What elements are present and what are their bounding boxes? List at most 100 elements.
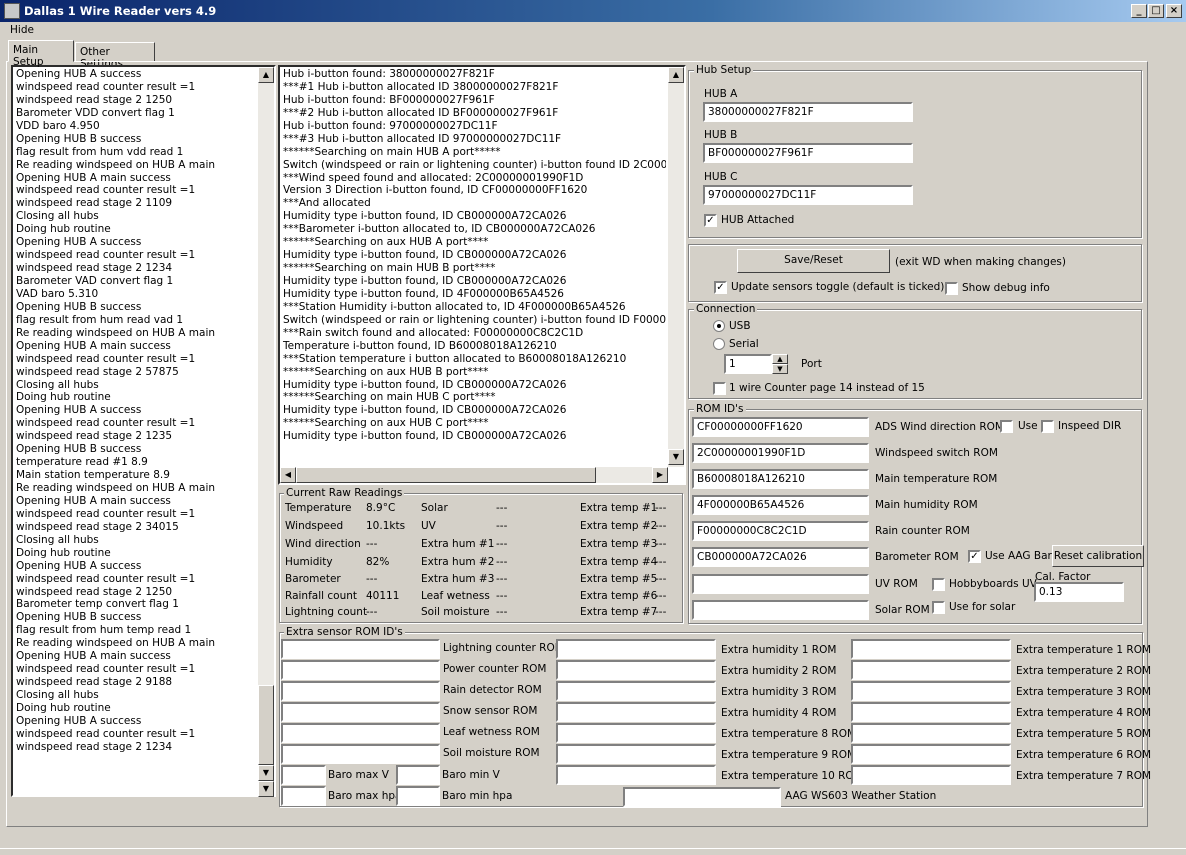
log-line: Hub i-button found: BF000000027F961F	[283, 93, 495, 106]
mid-log-hscroll-thumb[interactable]	[296, 467, 596, 483]
log-line: ***And allocated	[283, 197, 371, 210]
extra-rom-input[interactable]	[851, 639, 1011, 659]
extra-rom-input[interactable]	[281, 723, 440, 743]
extra-rom-input[interactable]	[556, 639, 716, 659]
mid-log-vscrollbar[interactable]	[668, 67, 684, 467]
extra-rom-input[interactable]	[281, 681, 440, 701]
close-button[interactable]: ×	[1166, 4, 1182, 18]
port-input[interactable]: 1	[724, 354, 772, 374]
usb-radio[interactable]	[713, 320, 725, 332]
extra-rom-input[interactable]	[556, 765, 716, 785]
extra-rom-input[interactable]	[556, 702, 716, 722]
extra-rom-label: Snow sensor ROM	[443, 705, 538, 717]
inspeed-dir-checkbox[interactable]	[1041, 420, 1054, 433]
usb-label: USB	[729, 320, 751, 332]
port-up-icon[interactable]: ▲	[772, 354, 788, 364]
left-log-list[interactable]: Opening HUB A success windspeed read coun…	[11, 65, 276, 797]
rom-input[interactable]: F00000000C8C2C1D	[692, 521, 869, 541]
hub-attached-checkbox[interactable]: ✓	[704, 214, 717, 227]
log-line: ******Searching on aux HUB A port****	[283, 236, 489, 249]
rom-input[interactable]	[692, 574, 869, 594]
hub-b-input[interactable]: BF000000027F961F	[703, 143, 913, 163]
hub-a-input[interactable]: 38000000027F821F	[703, 102, 913, 122]
log-line: windspeed read stage 2 1250	[16, 93, 173, 106]
rom-label: Main humidity ROM	[875, 499, 978, 511]
left-log-scroll-up-icon[interactable]: ▲	[258, 67, 274, 83]
mid-log-scroll-down-icon[interactable]: ▼	[668, 449, 684, 465]
tab-other-settings[interactable]: Other Settings	[75, 42, 155, 70]
left-log-scroll-thumb[interactable]	[258, 685, 274, 765]
hub-c-input[interactable]: 97000000027DC11F	[703, 185, 913, 205]
use-for-solar-checkbox[interactable]	[932, 601, 945, 614]
use-wind-dir-checkbox[interactable]	[1000, 420, 1013, 433]
rom-input[interactable]: B60008018A126210	[692, 469, 869, 489]
baro-min-hpa-input[interactable]	[396, 786, 440, 806]
cal-factor-input[interactable]: 0.13	[1034, 582, 1124, 602]
aag-ws603-input[interactable]	[623, 787, 781, 807]
log-line: windspeed read stage 2 1234	[16, 262, 173, 275]
raw-label: Extra hum #3	[421, 573, 495, 585]
rom-input[interactable]: 4F000000B65A4526	[692, 495, 869, 515]
reset-calibration-button[interactable]: Reset calibration	[1052, 545, 1144, 567]
mid-log-scroll-right-icon[interactable]: ▶	[652, 467, 668, 483]
minimize-button[interactable]: _	[1131, 4, 1147, 18]
log-line: Switch (windspeed or rain or lightening …	[283, 158, 666, 171]
mid-log-scroll-left-icon[interactable]: ◀	[280, 467, 296, 483]
log-line: Opening HUB A success	[16, 68, 142, 80]
log-line: ***#3 Hub i-button allocated ID 97000000…	[283, 132, 562, 145]
mid-log-list[interactable]: Hub i-button found: 38000000027F821F ***#…	[278, 65, 686, 485]
log-line: flag result from hum vdd read 1	[16, 145, 184, 158]
extra-rom-label: Extra temperature 6 ROM	[1016, 749, 1152, 761]
log-line: Hub i-button found: 38000000027F821F	[283, 68, 495, 80]
log-line: ***#1 Hub i-button allocated ID 38000000…	[283, 80, 559, 93]
mid-log-scroll-up-icon[interactable]: ▲	[668, 67, 684, 83]
maximize-button[interactable]: □	[1148, 4, 1164, 18]
raw-value: ---	[496, 556, 508, 568]
raw-value: ---	[496, 606, 508, 618]
extra-rom-input[interactable]	[556, 723, 716, 743]
rom-input[interactable]: CB000000A72CA026	[692, 547, 869, 567]
extra-rom-label: Extra humidity 1 ROM	[721, 644, 837, 656]
log-line: flag result from hum temp read 1	[16, 624, 192, 637]
extra-rom-input[interactable]	[281, 702, 440, 722]
extra-rom-input[interactable]	[851, 660, 1011, 680]
log-line: windspeed read counter result =1	[16, 507, 196, 520]
left-log-scroll-down2-icon[interactable]: ▼	[258, 781, 274, 797]
rom-input[interactable]	[692, 600, 869, 620]
rom-input[interactable]: CF00000000FF1620	[692, 417, 869, 437]
port-down-icon[interactable]: ▼	[772, 364, 788, 374]
extra-rom-input[interactable]	[281, 639, 440, 659]
extra-rom-input[interactable]	[851, 702, 1011, 722]
log-line: VDD baro 4.950	[16, 119, 100, 132]
baro-min-v-input[interactable]	[396, 765, 440, 785]
extra-rom-input[interactable]	[556, 744, 716, 764]
raw-value: 40111	[366, 590, 400, 602]
extra-sensors-title: Extra sensor ROM ID's	[284, 626, 405, 638]
use-aag-baro-checkbox[interactable]: ✓	[968, 550, 981, 563]
counter-page-checkbox[interactable]	[713, 382, 726, 395]
show-debug-label: Show debug info	[962, 282, 1050, 294]
extra-rom-input[interactable]	[281, 744, 440, 764]
extra-rom-input[interactable]	[851, 723, 1011, 743]
update-sensors-checkbox[interactable]: ✓	[714, 281, 727, 294]
menu-hide[interactable]: Hide	[10, 24, 34, 37]
log-line: Opening HUB A main success	[16, 494, 171, 507]
save-reset-button[interactable]: Save/Reset	[737, 249, 890, 273]
baro-max-hpa-input[interactable]	[281, 786, 326, 806]
extra-rom-input[interactable]	[851, 765, 1011, 785]
baro-max-v-input[interactable]	[281, 765, 326, 785]
rom-input[interactable]: 2C00000001990F1D	[692, 443, 869, 463]
extra-rom-input[interactable]	[851, 681, 1011, 701]
serial-radio[interactable]	[713, 338, 725, 350]
left-log-scroll-down-icon[interactable]: ▼	[258, 765, 274, 781]
extra-rom-input[interactable]	[556, 681, 716, 701]
tab-main-setup[interactable]: Main Setup	[8, 40, 74, 68]
extra-rom-input[interactable]	[851, 744, 1011, 764]
extra-rom-input[interactable]	[556, 660, 716, 680]
log-line: ******Searching on main HUB C port****	[283, 391, 496, 404]
show-debug-checkbox[interactable]	[945, 282, 958, 295]
left-log-scrollbar[interactable]	[258, 67, 274, 780]
extra-rom-input[interactable]	[281, 660, 440, 680]
baro-min-hpa-label: Baro min hpa	[442, 790, 513, 802]
hobbyboards-uv-checkbox[interactable]	[932, 578, 945, 591]
